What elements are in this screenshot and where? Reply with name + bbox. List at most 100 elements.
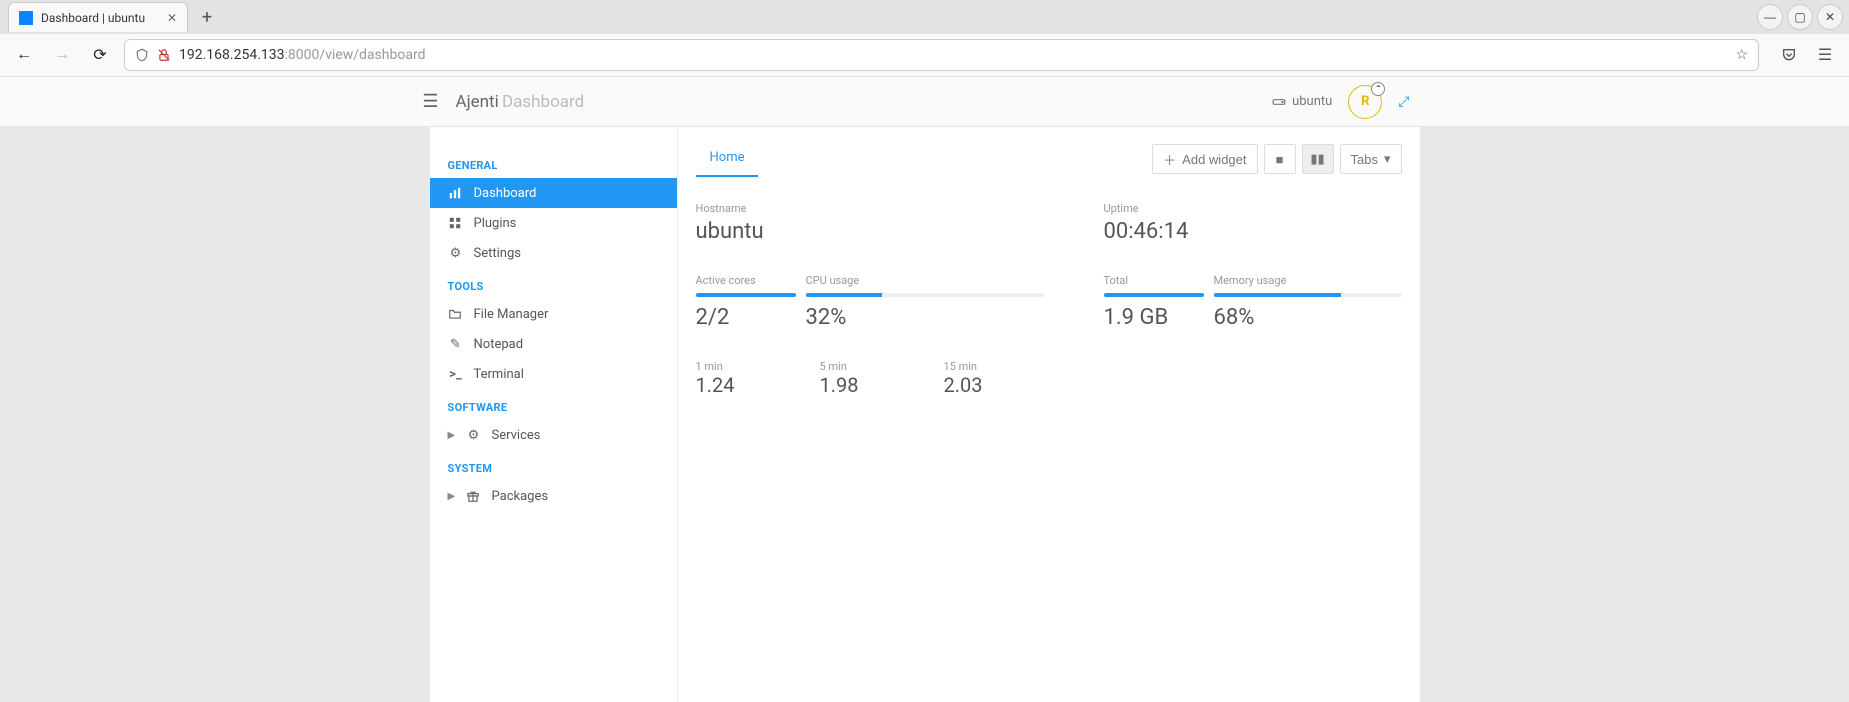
- tab-strip: Dashboard | ubuntu ✕ + — ▢ ✕: [0, 0, 1849, 34]
- plus-icon: ＋: [1163, 150, 1176, 169]
- sidebar-item-label: Services: [492, 428, 541, 443]
- close-tab-icon[interactable]: ✕: [167, 11, 177, 25]
- widget-value: 32%: [806, 305, 1044, 330]
- prompt-icon: >_: [448, 367, 464, 382]
- widget-label: 15 min: [944, 360, 1044, 373]
- sidebar-heading-system: SYSTEM: [430, 456, 677, 481]
- main: GENERAL Dashboard Plugins ⚙ Settings TOO…: [430, 127, 1420, 702]
- widget-label: Uptime: [1104, 202, 1402, 215]
- shield-icon: [135, 48, 149, 62]
- tabs-dropdown-label: Tabs: [1351, 152, 1378, 167]
- widget-load-block: 1 min 1.24 5 min 1.98 15 min 2.03: [696, 360, 1044, 397]
- tab-home[interactable]: Home: [696, 140, 759, 177]
- sidebar-item-file-manager[interactable]: File Manager: [430, 299, 677, 329]
- widget-label: 5 min: [820, 360, 920, 373]
- widget-memory-usage: Memory usage 68%: [1214, 274, 1402, 330]
- sidebar-item-label: Terminal: [474, 367, 524, 382]
- widget-active-cores: Active cores 2/2: [696, 274, 796, 330]
- sidebar-item-notepad[interactable]: ✎ Notepad: [430, 329, 677, 359]
- widget-label: Total: [1104, 274, 1204, 287]
- widget-cpu-block: Active cores 2/2 CPU usage 32%: [696, 274, 1044, 330]
- app-name: Ajenti: [456, 92, 499, 112]
- content: Home ＋ Add widget ■ ▮▮ Tabs ▾: [678, 127, 1420, 702]
- progress-fill: [1104, 293, 1204, 297]
- widget-load-15min: 15 min 2.03: [944, 360, 1044, 397]
- tab-bar: Home: [696, 140, 759, 178]
- back-button[interactable]: ←: [10, 41, 38, 69]
- widget-value: ubuntu: [696, 219, 1044, 244]
- sidebar: GENERAL Dashboard Plugins ⚙ Settings TOO…: [430, 127, 678, 702]
- gear-icon: ⚙: [448, 246, 464, 261]
- grid-icon: [448, 216, 464, 230]
- sidebar-item-label: Packages: [492, 489, 549, 504]
- layout-split-button[interactable]: ▮▮: [1302, 144, 1334, 174]
- new-tab-button[interactable]: +: [194, 4, 220, 30]
- content-toolbar: Home ＋ Add widget ■ ▮▮ Tabs ▾: [696, 140, 1402, 178]
- widget-label: Hostname: [696, 202, 1044, 215]
- progress-bar: [1104, 293, 1204, 297]
- pocket-icon[interactable]: [1775, 41, 1803, 69]
- url-bar[interactable]: 192.168.254.133:8000/view/dashboard ☆: [124, 39, 1759, 71]
- progress-fill: [696, 293, 796, 297]
- add-widget-button[interactable]: ＋ Add widget: [1152, 144, 1257, 174]
- breadcrumb: Dashboard: [502, 92, 584, 112]
- add-widget-label: Add widget: [1182, 152, 1246, 167]
- hostname-chip-text: ubuntu: [1292, 94, 1332, 109]
- widget-label: CPU usage: [806, 274, 1044, 287]
- sidebar-item-settings[interactable]: ⚙ Settings: [430, 238, 677, 268]
- widget-memory-total: Total 1.9 GB: [1104, 274, 1204, 330]
- chart-icon: [448, 186, 464, 200]
- sidebar-item-services[interactable]: ▶ ⚙ Services: [430, 420, 677, 450]
- sidebar-item-label: Settings: [474, 246, 521, 261]
- reload-button[interactable]: ⟳: [86, 41, 114, 69]
- close-window-button[interactable]: ✕: [1817, 4, 1843, 30]
- minimize-button[interactable]: —: [1757, 4, 1783, 30]
- widget-load-5min: 5 min 1.98: [820, 360, 920, 397]
- app-header: ☰ Ajenti Dashboard ubuntu R ⌃ ⤢: [0, 77, 1849, 127]
- sidebar-heading-software: SOFTWARE: [430, 395, 677, 420]
- hostname-chip[interactable]: ubuntu: [1272, 94, 1332, 109]
- avatar-letter: R: [1361, 94, 1369, 109]
- sidebar-item-label: Dashboard: [474, 186, 537, 201]
- widget-label: 1 min: [696, 360, 796, 373]
- caret-down-icon: ▾: [1384, 151, 1391, 167]
- maximize-button[interactable]: ▢: [1787, 4, 1813, 30]
- page: ☰ Ajenti Dashboard ubuntu R ⌃ ⤢: [0, 77, 1849, 702]
- stop-icon: ■: [1276, 152, 1284, 167]
- sidebar-item-label: Notepad: [474, 337, 524, 352]
- progress-bar: [1214, 293, 1402, 297]
- url-host: 192.168.254.133: [179, 47, 285, 63]
- widget-value: 2.03: [944, 373, 1044, 397]
- app-menu-icon[interactable]: ☰: [1811, 41, 1839, 69]
- browser-tab[interactable]: Dashboard | ubuntu ✕: [8, 2, 188, 32]
- sidebar-item-label: File Manager: [474, 307, 549, 322]
- widget-value: 68%: [1214, 305, 1402, 330]
- sidebar-heading-general: GENERAL: [430, 153, 677, 178]
- url-text: 192.168.254.133:8000/view/dashboard: [179, 47, 425, 63]
- window-controls: — ▢ ✕: [1757, 4, 1849, 30]
- gift-icon: [466, 489, 482, 503]
- widgets-grid: Hostname ubuntu Uptime 00:46:14 Active c…: [696, 178, 1402, 397]
- progress-fill: [1214, 293, 1342, 297]
- layout-single-button[interactable]: ■: [1264, 144, 1296, 174]
- widget-label: Memory usage: [1214, 274, 1402, 287]
- widget-label: Active cores: [696, 274, 796, 287]
- sidebar-item-terminal[interactable]: >_ Terminal: [430, 359, 677, 389]
- tabs-dropdown-button[interactable]: Tabs ▾: [1340, 144, 1402, 174]
- chevron-right-icon: ▶: [448, 491, 456, 502]
- columns-icon: ▮▮: [1310, 151, 1324, 167]
- chevron-right-icon: ▶: [448, 430, 456, 441]
- sidebar-item-plugins[interactable]: Plugins: [430, 208, 677, 238]
- forward-button[interactable]: →: [48, 41, 76, 69]
- browser-toolbar: ← → ⟳ 192.168.254.133:8000/view/dashboar…: [0, 34, 1849, 76]
- fullscreen-icon[interactable]: ⤢: [1398, 94, 1409, 110]
- menu-toggle-icon[interactable]: ☰: [420, 91, 442, 113]
- widget-hostname: Hostname ubuntu: [696, 202, 1044, 244]
- sidebar-item-dashboard[interactable]: Dashboard: [430, 178, 677, 208]
- bookmark-star-icon[interactable]: ☆: [1735, 47, 1748, 63]
- progress-bar: [806, 293, 1044, 297]
- sidebar-item-packages[interactable]: ▶ Packages: [430, 481, 677, 511]
- avatar[interactable]: R ⌃: [1348, 85, 1382, 119]
- widget-cpu-usage: CPU usage 32%: [806, 274, 1044, 330]
- browser-chrome: Dashboard | ubuntu ✕ + — ▢ ✕ ← → ⟳ 192.1…: [0, 0, 1849, 77]
